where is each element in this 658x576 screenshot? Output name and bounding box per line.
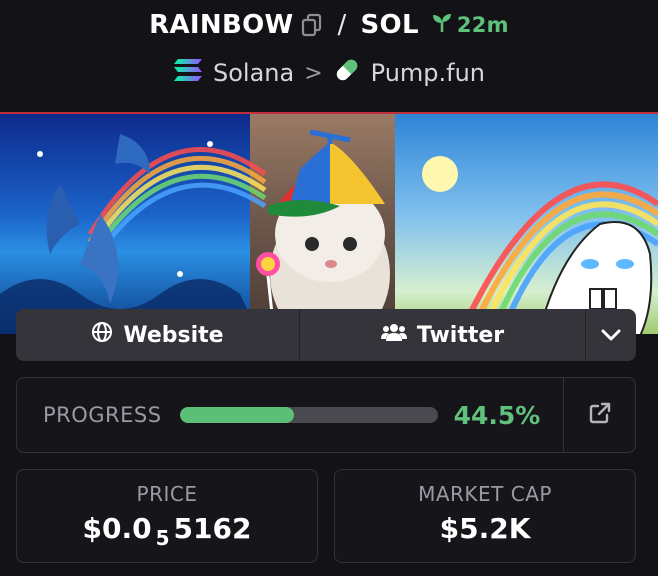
token-header: RAINBOW / SOL 22m Solana > Pump.fun [0,0,658,110]
more-links-button[interactable] [586,309,636,361]
token-age: 22m [431,12,509,39]
twitter-button[interactable]: Twitter [300,309,586,361]
solana-icon [173,57,203,89]
price-value: $0.0 5 5162 [17,512,317,550]
users-icon [380,322,407,348]
progress-bar-fill [179,407,295,423]
pair-separator: / [337,10,347,40]
token-symbol: RAINBOW [149,10,294,40]
market-cap-card: MARKET CAP $5.2K [334,469,636,563]
twitter-label: Twitter [416,322,505,348]
progress-value: 44.5% [453,400,541,430]
progress-label: PROGRESS [43,403,162,427]
open-progress-button[interactable] [563,378,635,452]
copy-icon[interactable] [301,13,323,37]
market-cap-label: MARKET CAP [418,482,552,506]
token-banner-image [0,112,658,334]
token-age-value: 22m [456,13,509,37]
chain-row: Solana > Pump.fun [0,56,658,90]
price-digits: 5162 [173,512,252,545]
bonding-progress-card: PROGRESS 44.5% [16,377,636,453]
platform-name[interactable]: Pump.fun [371,59,485,87]
quote-symbol: SOL [360,10,419,40]
progress-bar [179,407,438,423]
website-button[interactable]: Website [16,309,300,361]
pill-icon [333,56,361,90]
market-cap-value: $5.2K [439,512,531,545]
price-label: PRICE [136,482,198,506]
chevron-right-icon: > [304,60,323,86]
globe-icon [91,321,113,349]
banner-illustration [0,129,658,334]
seedling-icon [431,12,453,39]
price-zero-count: 5 [155,526,170,550]
title-row: RAINBOW / SOL 22m [0,10,658,40]
social-links-bar: Website Twitter [16,309,636,361]
chevron-down-icon [601,323,621,348]
website-label: Website [123,322,224,348]
price-prefix: $0.0 [82,512,152,545]
network-name[interactable]: Solana [213,59,294,87]
external-link-icon [589,402,611,428]
price-card: PRICE $0.0 5 5162 [16,469,318,563]
